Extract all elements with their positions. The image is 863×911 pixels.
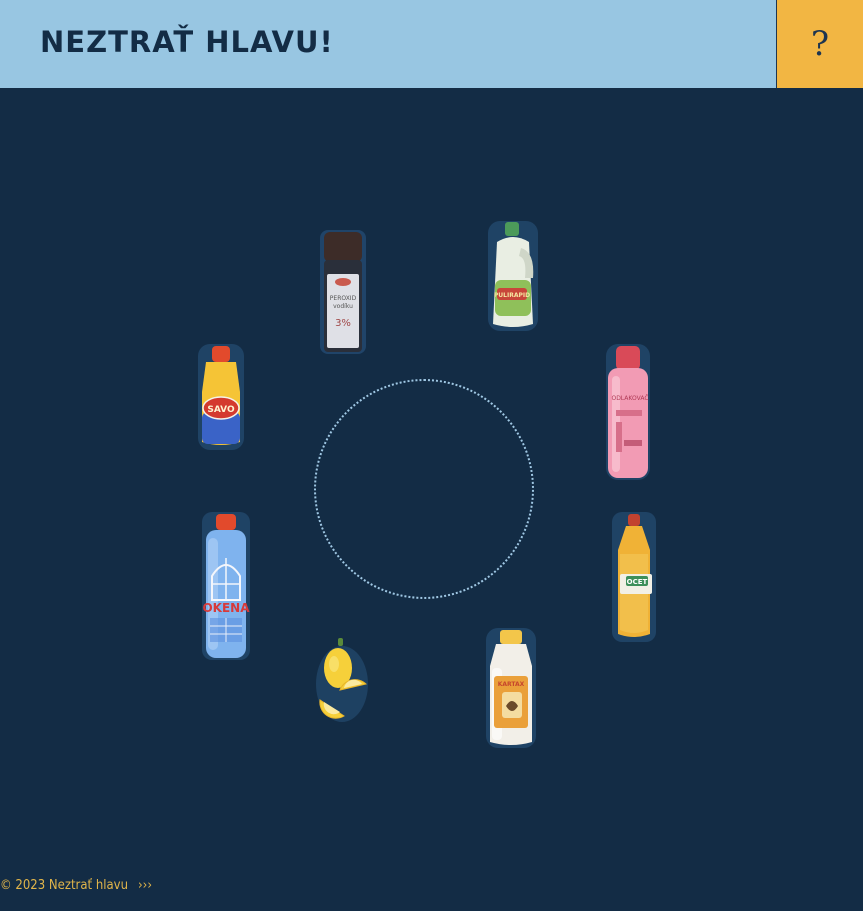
- lemon[interactable]: [314, 634, 370, 724]
- peroxid-label-line1: PEROXID: [330, 295, 357, 302]
- savo-bottle[interactable]: SAVO: [196, 342, 246, 452]
- copyright-text: © 2023 Neztrať hlavu: [0, 878, 128, 893]
- kartax-bottle[interactable]: KARTAX: [484, 626, 538, 750]
- savo-label: SAVO: [207, 405, 235, 415]
- footer: © 2023 Neztrať hlavu ›››: [0, 878, 152, 893]
- game-stage: PEROXID vodíku 3% PULIRAPID ODLAKOVAČ OC…: [0, 88, 863, 911]
- pulirapid-bottle[interactable]: PULIRAPID: [485, 218, 541, 334]
- peroxid-label-value: 3%: [335, 318, 351, 329]
- ocet-bottle[interactable]: OCET: [610, 510, 658, 644]
- footer-arrows-link[interactable]: ›››: [138, 878, 152, 893]
- odlakovac-label: ODLAKOVAČ: [611, 395, 648, 402]
- ocet-label: OCET: [627, 578, 648, 586]
- help-button[interactable]: ?: [776, 0, 863, 88]
- drop-zone-circle[interactable]: [314, 379, 534, 599]
- kartax-label: KARTAX: [498, 681, 525, 688]
- peroxid-bottle[interactable]: PEROXID vodíku 3%: [318, 228, 368, 356]
- header-bar: NEZTRAŤ HLAVU! ?: [0, 0, 863, 88]
- pulirapid-label: PULIRAPID: [494, 292, 530, 299]
- odlakovac-bottle[interactable]: ODLAKOVAČ: [604, 342, 652, 482]
- okena-label: OKENA: [202, 601, 250, 615]
- game-title: NEZTRAŤ HLAVU!: [40, 25, 334, 59]
- peroxid-label-line2: vodíku: [333, 303, 353, 310]
- okena-bottle[interactable]: OKENA: [200, 510, 252, 662]
